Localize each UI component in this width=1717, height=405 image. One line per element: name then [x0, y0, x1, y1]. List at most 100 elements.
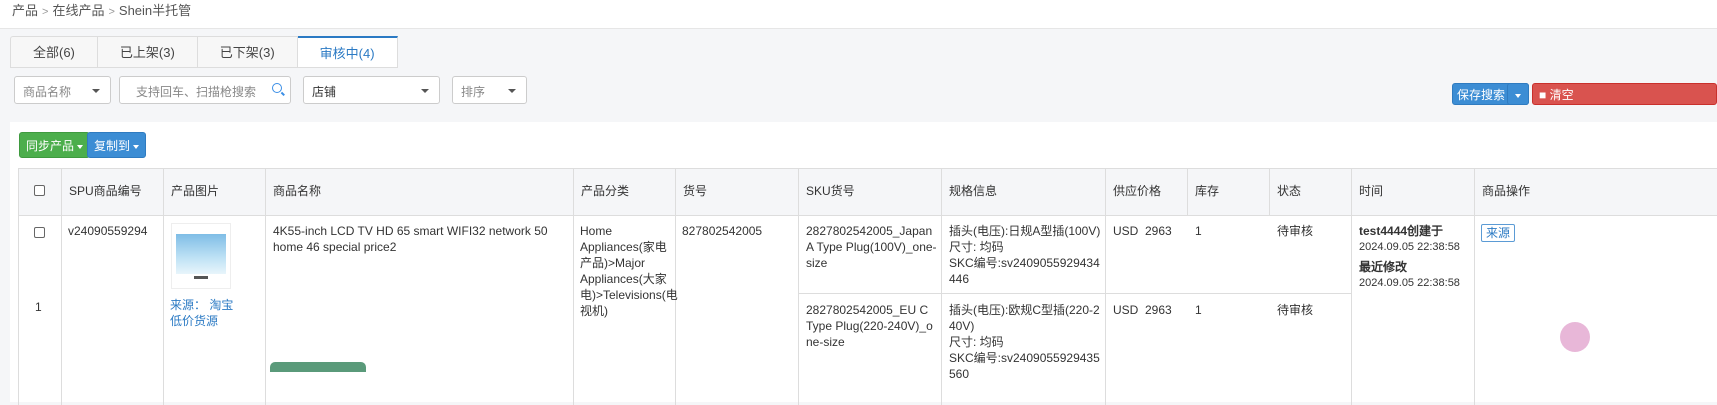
save-search-label: 保存搜索 [1457, 88, 1506, 102]
header-spu: SPU商品编号 [61, 169, 163, 215]
time-info: test4444创建于 2024.09.05 22:38:58 最近修改 202… [1359, 223, 1471, 291]
sort-select[interactable]: 排序 [452, 76, 527, 104]
header-name: 商品名称 [265, 169, 573, 215]
shop-select[interactable]: 店铺 [303, 76, 440, 104]
top-bar: 产品 > 在线产品 > Shein半托管 [0, 0, 1717, 29]
select-all-checkbox[interactable] [34, 185, 45, 196]
modified-time: 2024.09.05 22:38:58 [1359, 277, 1460, 289]
status-text: 待审核 [1277, 224, 1314, 238]
copy-to-button[interactable]: 复制到 [87, 132, 147, 158]
stock: 1 [1195, 303, 1202, 317]
sync-products-label: 同步产品 [26, 139, 75, 153]
header-sku: SKU货号 [798, 169, 941, 215]
breadcrumb-item-online[interactable]: 在线产品 [52, 3, 104, 18]
row-index: 1 [35, 300, 42, 314]
floating-assistant-button[interactable] [1560, 322, 1590, 352]
shop-select-label: 店铺 [312, 85, 337, 99]
tag-badge [270, 362, 366, 372]
header-category: 产品分类 [573, 169, 675, 215]
header-price: 供应价格 [1105, 169, 1187, 215]
chevron-down-icon [421, 89, 429, 93]
supply-price: USD 2963 [1113, 303, 1172, 317]
chevron-down-icon [77, 144, 84, 149]
row-checkbox[interactable] [34, 227, 45, 238]
product-image[interactable] [171, 223, 231, 289]
product-name: 4K55-inch LCD TV HD 65 smart WIFI32 netw… [273, 224, 548, 254]
tab-under-review[interactable]: 审核中(4) [297, 36, 398, 68]
spec-info: 插头(电压):欧规C型插(220-240V) 尺寸: 均码 SKC编号:sv24… [949, 302, 1101, 382]
divider [798, 293, 1351, 294]
spec-size: 尺寸: 均码 [949, 335, 1004, 349]
header-image: 产品图片 [163, 169, 265, 215]
divider [163, 215, 164, 405]
save-search-dropdown-button[interactable] [1507, 83, 1529, 105]
stock: 1 [1195, 224, 1202, 238]
divider [1351, 215, 1352, 405]
sku-number: 2827802542005_Japan A Type Plug(100V)_on… [806, 224, 937, 270]
divider [573, 215, 574, 405]
search-placeholder: 支持回车、扫描枪搜索 [136, 85, 257, 99]
chevron-down-icon [508, 89, 516, 93]
spec-skc: SKC编号:sv2409055929434446 [949, 256, 1100, 286]
header-select-all [18, 169, 61, 215]
item-number: 827802542005 [682, 224, 763, 238]
tab-delisted[interactable]: 已下架(3) [197, 36, 298, 68]
copy-to-label: 复制到 [94, 139, 131, 153]
header-item-no: 货号 [675, 169, 798, 215]
spu-number: v24090559294 [68, 224, 148, 238]
spec-plug: 插头(电压):日规A型插(100V) [949, 224, 1101, 238]
product-category: Home Appliances(家电产品)>Major Appliances(大… [580, 224, 678, 318]
breadcrumb-item-product[interactable]: 产品 [12, 3, 38, 18]
breadcrumb-separator-icon: > [108, 6, 115, 18]
header-stock: 库存 [1187, 169, 1269, 215]
source-low-price-link[interactable]: 低价货源 [170, 314, 218, 328]
header-time: 时间 [1351, 169, 1474, 215]
divider [1105, 215, 1106, 405]
breadcrumb: 产品 > 在线产品 > Shein半托管 [12, 0, 191, 19]
divider [18, 215, 1717, 216]
product-table: SPU商品编号 产品图片 商品名称 产品分类 货号 SKU货号 规格信息 供应价… [18, 168, 1717, 405]
search-icon[interactable] [272, 83, 282, 93]
chevron-down-icon [92, 89, 100, 93]
divider [941, 215, 942, 405]
divider [61, 215, 62, 405]
divider [18, 215, 19, 405]
header-status: 状态 [1269, 169, 1351, 215]
status-tabs: 全部(6) 已上架(3) 已下架(3) 审核中(4) [10, 36, 398, 68]
source-taobao-link[interactable]: 淘宝 [209, 298, 233, 312]
supply-price: USD 2963 [1113, 224, 1172, 238]
source-button[interactable]: 来源 [1481, 224, 1516, 242]
sync-products-button[interactable]: 同步产品 [19, 132, 91, 158]
breadcrumb-item-current: Shein半托管 [118, 3, 192, 18]
tv-stand [194, 276, 208, 279]
divider [265, 215, 266, 405]
spec-info: 插头(电压):日规A型插(100V) 尺寸: 均码 SKC编号:sv240905… [949, 223, 1101, 287]
created-time: 2024.09.05 22:38:58 [1359, 241, 1460, 253]
divider [1474, 215, 1475, 405]
product-name-select-label: 商品名称 [23, 85, 72, 99]
divider [675, 215, 676, 405]
spec-plug: 插头(电压):欧规C型插(220-240V) [949, 303, 1100, 333]
spec-size: 尺寸: 均码 [949, 240, 1004, 254]
tab-all[interactable]: 全部(6) [10, 36, 98, 68]
tab-listed[interactable]: 已上架(3) [97, 36, 198, 68]
modified-label: 最近修改 [1359, 260, 1408, 274]
spec-skc: SKC编号:sv2409055929435560 [949, 351, 1100, 381]
image-source: 来源： 淘宝 低价货源 [170, 297, 262, 329]
chevron-down-icon [133, 144, 140, 149]
sort-select-label: 排序 [461, 85, 486, 99]
tv-screen-image [176, 234, 226, 274]
clear-label: 清空 [1549, 88, 1574, 102]
chevron-down-icon [1515, 93, 1521, 98]
clear-button[interactable]: ■ 清空 [1532, 83, 1717, 105]
search-input[interactable]: 支持回车、扫描枪搜索 [119, 76, 291, 104]
product-name-select[interactable]: 商品名称 [14, 76, 111, 104]
header-spec: 规格信息 [941, 169, 1105, 215]
created-by-label: test4444创建于 [1359, 224, 1444, 238]
source-label: 来源： [170, 298, 207, 312]
trash-icon: ■ [1539, 88, 1547, 102]
status-text: 待审核 [1277, 303, 1314, 317]
header-actions: 商品操作 [1474, 169, 1717, 215]
breadcrumb-separator-icon: > [42, 6, 49, 18]
sku-number: 2827802542005_EU C Type Plug(220-240V)_o… [806, 303, 933, 349]
